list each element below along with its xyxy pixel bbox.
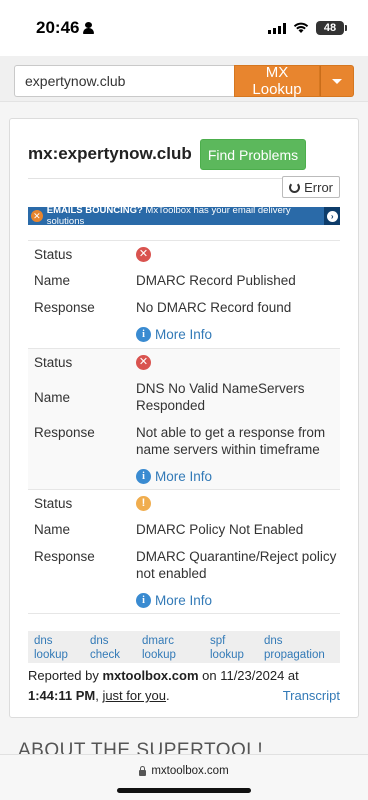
transcript-link[interactable]: Transcript	[283, 686, 340, 706]
report-footer: Reported by mxtoolbox.com on 11/23/2024 …	[28, 666, 340, 706]
result-name: DMARC Record Published	[136, 273, 296, 288]
tool-link-dmarc-lookup[interactable]: dmarc lookup	[142, 634, 176, 662]
page-title: mx:expertynow.club	[28, 144, 192, 163]
related-tools-bar: dns lookup dns check dmarc lookup spf lookup…	[28, 631, 340, 663]
cellular-signal-icon	[268, 22, 286, 34]
more-info-row: i More Info	[28, 321, 340, 347]
tool-link-spf-lookup[interactable]: spf lookup	[210, 634, 244, 662]
report-time: 1:44:11 PM	[28, 688, 96, 703]
info-icon: i	[136, 593, 151, 608]
result-response: No DMARC Record found	[136, 300, 292, 315]
status-row: Status ✕	[28, 241, 340, 267]
tool-link-dns-propagation[interactable]: dns propagation	[264, 634, 325, 662]
tool-link-dns-check[interactable]: dns check	[90, 634, 120, 662]
tool-link-dns-lookup[interactable]: dns lookup	[34, 634, 68, 662]
find-problems-button[interactable]: Find Problems	[200, 139, 306, 170]
more-info-link[interactable]: i More Info	[136, 326, 340, 343]
status-bar: 20:46 48	[0, 0, 368, 56]
error-status-icon: ✕	[136, 354, 151, 370]
status-indicators: 48	[268, 21, 347, 35]
warning-status-icon: !	[136, 495, 151, 511]
more-info-label: More Info	[155, 326, 213, 342]
clock-text: 20:46	[36, 18, 80, 37]
response-label: Response	[34, 425, 95, 440]
info-icon: i	[136, 469, 151, 484]
result-group: Status ✕ Name DNS No Valid NameServers R…	[28, 348, 340, 489]
more-info-row: i More Info	[28, 587, 340, 614]
result-name: DMARC Policy Not Enabled	[136, 522, 304, 537]
banner-lead: EMAILS BOUNCING?	[46, 205, 143, 216]
wifi-icon	[293, 22, 309, 33]
emails-bouncing-banner[interactable]: ✕ EMAILS BOUNCING? MxToolbox has your em…	[28, 205, 340, 227]
error-label: Error	[304, 179, 333, 195]
status-row: Status ✕	[28, 349, 340, 375]
status-label: Status	[34, 354, 73, 370]
name-row: Name DMARC Record Published	[28, 267, 340, 294]
error-status-icon: ✕	[136, 246, 151, 262]
response-row: Response DMARC Quarantine/Reject policy …	[28, 543, 340, 587]
card-header: mx:expertynow.club Find Problems Error	[10, 119, 358, 198]
result-response: DMARC Quarantine/Reject policy not enabl…	[136, 549, 337, 581]
search-bar: MX Lookup	[0, 56, 368, 102]
refresh-icon	[289, 181, 301, 193]
response-label: Response	[34, 300, 95, 315]
error-button[interactable]: Error	[282, 176, 340, 198]
result-response: Not able to get a response from name ser…	[136, 425, 326, 457]
battery-icon: 48	[316, 21, 347, 35]
status-time: 20:46	[36, 18, 95, 38]
name-row: Name DNS No Valid NameServers Responded	[28, 375, 340, 419]
response-row: Response No DMARC Record found	[28, 294, 340, 321]
chevron-right-icon[interactable]: ›	[324, 207, 340, 225]
lookup-type-dropdown-button[interactable]	[320, 65, 354, 97]
status-row: Status !	[28, 490, 340, 516]
lock-icon	[139, 765, 147, 776]
caret-down-icon	[332, 78, 342, 84]
search-input[interactable]	[14, 65, 234, 97]
result-name: DNS No Valid NameServers Responded	[136, 381, 305, 413]
home-indicator[interactable]	[117, 788, 251, 793]
response-label: Response	[34, 549, 95, 564]
name-row: Name DMARC Policy Not Enabled	[28, 516, 340, 543]
response-row: Response Not able to get a response from…	[28, 419, 340, 463]
info-icon: i	[136, 326, 151, 342]
mx-lookup-button[interactable]: MX Lookup	[234, 64, 320, 98]
more-info-link[interactable]: i More Info	[136, 468, 340, 485]
result-group: Status ✕ Name DMARC Record Published Res…	[28, 240, 340, 348]
more-info-label: More Info	[155, 593, 213, 608]
browser-address-bar[interactable]: mxtoolbox.com	[0, 754, 368, 800]
result-card: mx:expertynow.club Find Problems Error ✕…	[9, 118, 359, 718]
more-info-link[interactable]: i More Info	[136, 592, 340, 609]
results-table: Status ✕ Name DMARC Record Published Res…	[28, 240, 340, 614]
name-label: Name	[34, 273, 71, 288]
name-label: Name	[34, 522, 71, 537]
person-icon	[83, 22, 95, 34]
result-group: Status ! Name DMARC Policy Not Enabled R…	[28, 489, 340, 614]
just-for-you-link[interactable]: just for you	[102, 688, 166, 703]
status-label: Status	[34, 495, 73, 511]
close-circle-icon: ✕	[31, 210, 43, 222]
name-label: Name	[34, 389, 71, 405]
more-info-row: i More Info	[28, 463, 340, 490]
more-info-label: More Info	[155, 469, 213, 484]
status-label: Status	[34, 246, 73, 262]
site-name: mxtoolbox.com	[102, 668, 199, 683]
url-text: mxtoolbox.com	[151, 765, 229, 777]
url-display[interactable]: mxtoolbox.com	[0, 765, 368, 777]
banner-text: EMAILS BOUNCING? MxToolbox has your emai…	[47, 205, 325, 227]
